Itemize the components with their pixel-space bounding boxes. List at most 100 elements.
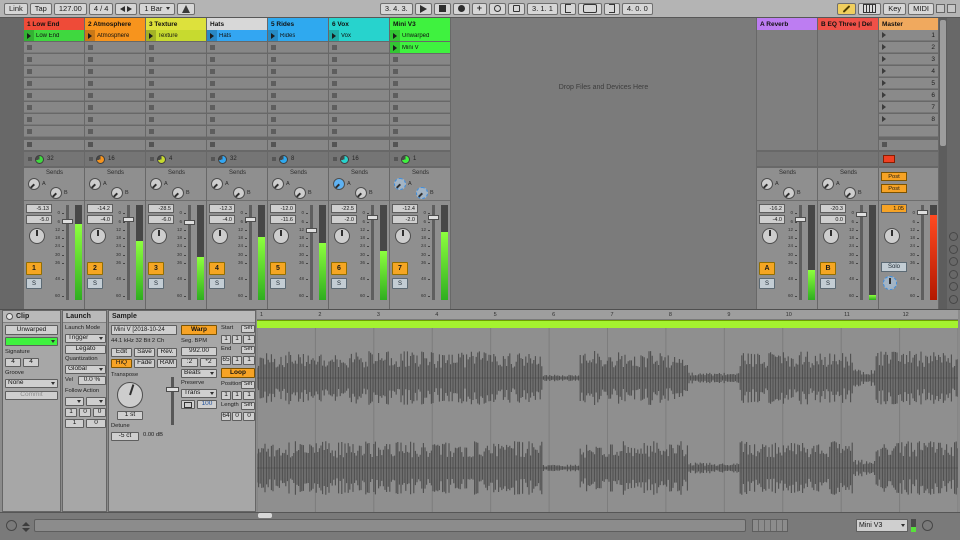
volume-fader-handle[interactable] — [856, 211, 867, 217]
sample-gain-value[interactable]: 0.00 dB — [143, 432, 163, 439]
time-signature-display[interactable]: 4 / 4 — [88, 2, 114, 15]
empty-clip-slot[interactable] — [85, 126, 145, 137]
track-activator-button[interactable]: 7 — [392, 262, 408, 275]
send-b-knob[interactable] — [416, 187, 428, 199]
sends-icon[interactable] — [948, 257, 958, 266]
send-b-knob[interactable] — [294, 187, 306, 199]
transpose-value[interactable]: 1 st — [117, 411, 143, 420]
pan-knob[interactable] — [334, 228, 350, 244]
save-sample-button[interactable]: Save — [134, 348, 155, 357]
empty-clip-slot[interactable] — [207, 90, 267, 101]
send-b-knob[interactable] — [172, 187, 184, 199]
scroll-down-icon[interactable] — [22, 528, 30, 532]
pan-knob[interactable] — [884, 228, 900, 244]
track-header[interactable]: 1 Low End — [24, 18, 84, 30]
empty-clip-slot[interactable] — [146, 66, 206, 77]
empty-clip-slot[interactable] — [207, 66, 267, 77]
master-track-header[interactable]: Master — [879, 18, 938, 30]
pan-knob[interactable] — [395, 228, 411, 244]
scene-slot[interactable]: 6 — [879, 90, 938, 101]
send-b-knob[interactable] — [50, 187, 62, 199]
empty-clip-slot[interactable] — [268, 78, 328, 89]
clip-launch-chip[interactable] — [329, 30, 339, 41]
pan-knob[interactable] — [90, 228, 106, 244]
overdub-button[interactable]: + — [471, 2, 488, 15]
key-map-button[interactable]: Key — [883, 2, 907, 15]
position-set-button[interactable]: Set — [241, 381, 255, 389]
clip-quantization-chooser[interactable]: Global — [65, 365, 106, 374]
clip-launch-chip[interactable] — [146, 30, 156, 41]
track-activator-button[interactable]: 6 — [331, 262, 347, 275]
seg-bpm-value[interactable]: 992.00 — [181, 347, 217, 356]
double-tempo-button[interactable]: *2 — [200, 358, 217, 367]
computer-midi-keyboard-button[interactable] — [858, 2, 882, 15]
empty-clip-slot[interactable] — [85, 66, 145, 77]
capture-midi-button[interactable] — [508, 2, 526, 15]
clip-launch-chip[interactable] — [390, 30, 400, 41]
clip-launch-chip[interactable] — [207, 30, 217, 41]
launch-mode-chooser[interactable]: Trigger — [65, 334, 106, 343]
link-button[interactable]: Link — [4, 2, 28, 15]
track-activator-button[interactable]: 1 — [26, 262, 42, 275]
length-beats[interactable]: 0 — [232, 412, 242, 421]
solo-button[interactable]: S — [392, 278, 408, 289]
stop-all-track-clips-button[interactable] — [85, 140, 145, 150]
return-track-header[interactable]: B EQ Three | Del — [818, 18, 878, 30]
clip-slot[interactable]: Atmosphere — [85, 30, 145, 41]
track-activator-button[interactable]: 2 — [87, 262, 103, 275]
empty-clip-slot[interactable] — [24, 90, 84, 101]
clip-launch-chip[interactable] — [85, 30, 95, 41]
stop-all-track-clips-button[interactable] — [390, 140, 450, 150]
solo-button[interactable]: S — [331, 278, 347, 289]
stop-button[interactable] — [433, 2, 451, 15]
empty-clip-slot[interactable] — [268, 126, 328, 137]
empty-clip-slot[interactable] — [146, 42, 206, 53]
track-activator-button[interactable]: 3 — [148, 262, 164, 275]
clip-slot[interactable]: Vox — [329, 30, 389, 41]
volume-fader-handle[interactable] — [795, 217, 806, 223]
follow-action-b-chooser[interactable] — [86, 397, 106, 406]
loop-start-display[interactable]: 3. 1. 1 — [527, 2, 558, 15]
empty-clip-slot[interactable] — [390, 90, 450, 101]
volume-fader-handle[interactable] — [184, 220, 195, 226]
empty-clip-slot[interactable] — [85, 42, 145, 53]
clip-slot[interactable]: Texture — [146, 30, 206, 41]
volume-fader-handle[interactable] — [917, 210, 928, 216]
empty-clip-slot[interactable] — [24, 54, 84, 65]
empty-clip-slot[interactable] — [329, 114, 389, 125]
clip-launch-chip[interactable] — [24, 30, 34, 41]
end-beats[interactable]: 1 — [232, 356, 242, 365]
send-a-knob[interactable] — [150, 178, 162, 190]
empty-clip-slot[interactable] — [24, 78, 84, 89]
empty-clip-slot[interactable] — [390, 102, 450, 113]
clip-launch-chip[interactable] — [390, 42, 400, 53]
sample-gain-slider-handle[interactable] — [166, 387, 179, 392]
fade-button[interactable]: Fade — [134, 359, 155, 368]
empty-clip-slot[interactable] — [329, 126, 389, 137]
revert-sample-button[interactable]: Rev. — [157, 348, 177, 357]
pan-knob[interactable] — [823, 228, 839, 244]
sample-file-name[interactable]: Mini V [2018-10-24 — [111, 325, 177, 335]
send-b-knob[interactable] — [783, 187, 795, 199]
solo-button[interactable]: S — [270, 278, 286, 289]
pan-knob[interactable] — [151, 228, 167, 244]
send-a-knob[interactable] — [28, 178, 40, 190]
start-bars[interactable]: 1 — [221, 335, 231, 344]
clip-slot[interactable]: Mini V — [390, 42, 450, 53]
send-a-knob[interactable] — [333, 178, 345, 190]
warp-button[interactable]: Warp — [181, 325, 217, 335]
position-bars[interactable]: 1 — [221, 391, 231, 400]
loop-brace[interactable] — [257, 320, 958, 328]
return-track-header[interactable]: A Reverb — [757, 18, 817, 30]
arrangement-position-display[interactable]: 3. 4. 3. — [379, 2, 413, 15]
track-activator-button[interactable]: B — [820, 262, 836, 275]
scene-slot[interactable]: 3 — [879, 54, 938, 65]
crossfader[interactable] — [752, 519, 788, 532]
detune-value[interactable]: -5 ct — [111, 432, 139, 441]
scene-slot[interactable]: 4 — [879, 66, 938, 77]
info-view-toggle-icon[interactable] — [6, 520, 17, 531]
clip-launch-chip[interactable] — [268, 30, 278, 41]
solo-button[interactable]: S — [759, 278, 775, 289]
empty-clip-slot[interactable] — [85, 78, 145, 89]
punch-in-button[interactable] — [559, 2, 576, 15]
